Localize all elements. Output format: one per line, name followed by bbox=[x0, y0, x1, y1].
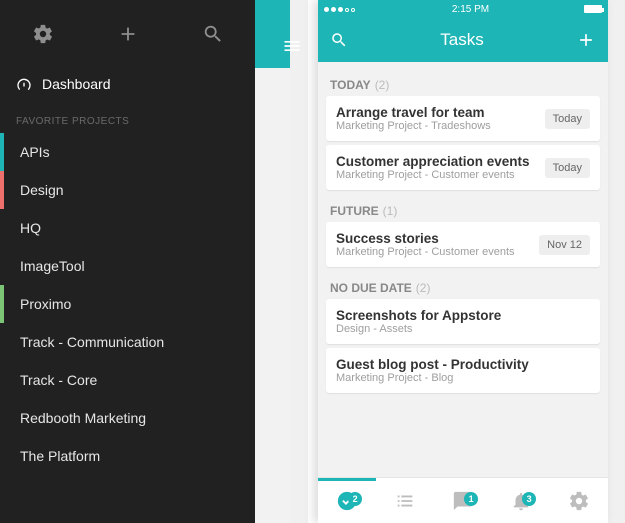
project-label: Proximo bbox=[20, 296, 71, 312]
task-card[interactable]: Arrange travel for teamMarketing Project… bbox=[326, 96, 600, 141]
section-header: FUTURE (1) bbox=[326, 194, 600, 222]
sidebar-drawer: Dashboard FAVORITE PROJECTS APIs Design HQ… bbox=[0, 0, 255, 523]
tab-list[interactable] bbox=[376, 490, 434, 512]
plus-icon[interactable] bbox=[113, 19, 143, 49]
task-subtitle: Marketing Project - Customer events bbox=[336, 169, 537, 181]
section-count: (2) bbox=[416, 281, 431, 295]
project-label: ImageTool bbox=[20, 258, 85, 274]
project-label: Design bbox=[20, 182, 64, 198]
battery-icon bbox=[584, 5, 602, 13]
tab-tasks[interactable]: 2 bbox=[318, 490, 376, 512]
section-header: NO DUE DATE (2) bbox=[326, 271, 600, 299]
menu-icon[interactable] bbox=[278, 32, 306, 60]
sidebar-section-header: FAVORITE PROJECTS bbox=[0, 106, 255, 133]
search-icon[interactable] bbox=[198, 19, 228, 49]
task-card[interactable]: Guest blog post - ProductivityMarketing … bbox=[326, 348, 600, 393]
tab-notifications[interactable]: 3 bbox=[492, 490, 550, 512]
notifications-badge: 3 bbox=[522, 492, 536, 506]
sidebar-project-item[interactable]: The Platform bbox=[0, 437, 255, 475]
gauge-icon bbox=[16, 76, 32, 92]
dashboard-label: Dashboard bbox=[42, 76, 111, 92]
section-count: (1) bbox=[383, 204, 398, 218]
section-name: FUTURE bbox=[330, 204, 379, 218]
project-label: HQ bbox=[20, 220, 41, 236]
project-label: Track - Core bbox=[20, 372, 97, 388]
due-badge: Nov 12 bbox=[539, 235, 590, 255]
plus-icon[interactable] bbox=[576, 30, 596, 50]
sidebar-project-item[interactable]: Track - Communication bbox=[0, 323, 255, 361]
signal-dots-icon bbox=[324, 4, 357, 15]
project-list: APIs Design HQ ImageTool Proximo Track - Comm… bbox=[0, 133, 255, 475]
task-card[interactable]: Screenshots for AppstoreDesign - Assets bbox=[326, 299, 600, 344]
project-label: APIs bbox=[20, 144, 50, 160]
sidebar-project-item[interactable]: HQ bbox=[0, 209, 255, 247]
project-label: Track - Communication bbox=[20, 334, 164, 350]
sidebar-project-item[interactable]: Redbooth Marketing bbox=[0, 399, 255, 437]
section-header: TODAY (2) bbox=[326, 68, 600, 96]
app-screen: 2:15 PM Tasks TODAY (2) Arrange travel for… bbox=[318, 0, 608, 523]
task-subtitle: Marketing Project - Customer events bbox=[336, 246, 531, 258]
status-bar: 2:15 PM bbox=[318, 0, 608, 18]
task-title: Customer appreciation events bbox=[336, 154, 537, 169]
project-label: The Platform bbox=[20, 448, 100, 464]
project-label: Redbooth Marketing bbox=[20, 410, 146, 426]
status-time: 2:15 PM bbox=[452, 4, 489, 15]
tab-indicator bbox=[318, 478, 376, 481]
due-badge: Today bbox=[545, 109, 590, 129]
section-name: TODAY bbox=[330, 78, 371, 92]
task-card[interactable]: Customer appreciation eventsMarketing Pr… bbox=[326, 145, 600, 190]
gear-icon[interactable] bbox=[28, 19, 58, 49]
tab-settings[interactable] bbox=[550, 490, 608, 512]
tab-chat[interactable]: 1 bbox=[434, 490, 492, 512]
page-title: Tasks bbox=[440, 30, 483, 50]
chat-badge: 1 bbox=[464, 492, 478, 506]
task-subtitle: Marketing Project - Blog bbox=[336, 372, 590, 384]
section-count: (2) bbox=[375, 78, 390, 92]
screen-divider bbox=[308, 0, 318, 523]
sidebar-project-item[interactable]: Proximo bbox=[0, 285, 255, 323]
sidebar-project-item[interactable]: APIs bbox=[0, 133, 255, 171]
sidebar-project-item[interactable]: ImageTool bbox=[0, 247, 255, 285]
section-name: NO DUE DATE bbox=[330, 281, 412, 295]
sidebar-dashboard[interactable]: Dashboard bbox=[0, 68, 255, 106]
sidebar-project-item[interactable]: Design bbox=[0, 171, 255, 209]
sidebar-project-item[interactable]: Track - Core bbox=[0, 361, 255, 399]
tasks-badge: 2 bbox=[348, 492, 362, 506]
search-icon[interactable] bbox=[330, 31, 348, 49]
task-title: Guest blog post - Productivity bbox=[336, 357, 590, 372]
app-header: Tasks bbox=[318, 18, 608, 62]
task-title: Success stories bbox=[336, 231, 531, 246]
task-list: TODAY(2)Arrange travel for teamMarketing… bbox=[318, 62, 608, 477]
task-subtitle: Design - Assets bbox=[336, 323, 590, 335]
task-title: Arrange travel for team bbox=[336, 105, 537, 120]
tab-bar: 2 1 3 bbox=[318, 477, 608, 523]
task-subtitle: Marketing Project - Tradeshows bbox=[336, 120, 537, 132]
due-badge: Today bbox=[545, 158, 590, 178]
task-card[interactable]: Success storiesMarketing Project - Custo… bbox=[326, 222, 600, 267]
task-title: Screenshots for Appstore bbox=[336, 308, 590, 323]
